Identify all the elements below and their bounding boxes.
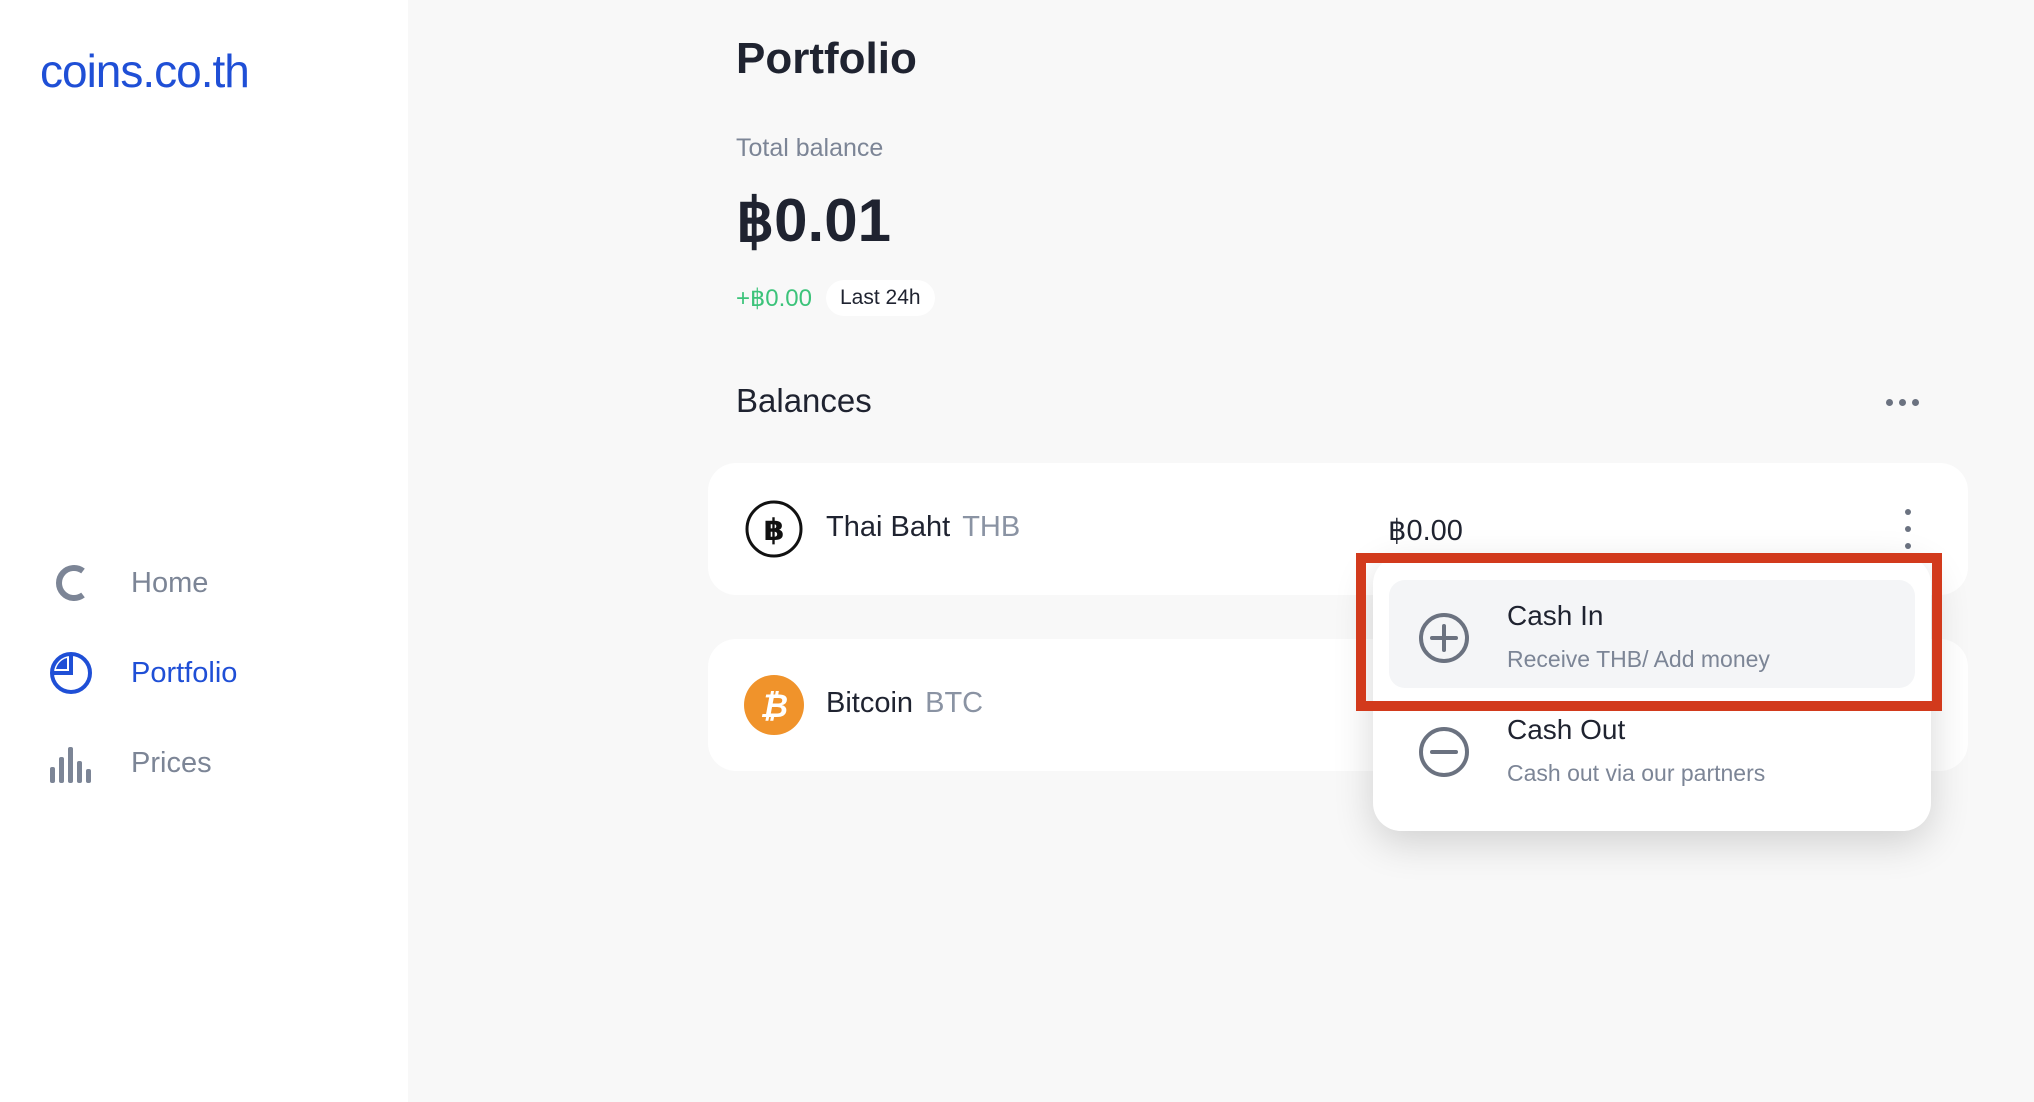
svg-text:₿: ₿ <box>760 687 788 725</box>
asset-name: Bitcoin BTC <box>826 687 983 720</box>
page-title: Portfolio <box>736 34 917 83</box>
logo-text: coins.co.th <box>40 45 250 97</box>
sidebar-item-portfolio[interactable]: Portfolio <box>46 628 237 718</box>
more-options-icon[interactable] <box>1886 392 1930 412</box>
asset-name: Thai Baht THB <box>826 511 1020 544</box>
balances-title: Balances <box>736 382 872 419</box>
sidebar: coins.co.th Home Portfolio Prices <box>0 0 408 1102</box>
sidebar-item-prices[interactable]: Prices <box>46 718 237 808</box>
change-period-badge: Last 24h <box>826 280 935 316</box>
change-value: +฿0.00 <box>736 284 812 312</box>
asset-ticker: BTC <box>925 687 984 719</box>
asset-name-label: Thai Baht <box>826 511 951 543</box>
sidebar-item-label: Home <box>131 566 209 599</box>
plus-circle-icon <box>1417 611 1471 665</box>
menu-item-subtitle: Receive THB/ Add money <box>1507 646 1770 672</box>
asset-name-label: Bitcoin <box>826 687 914 719</box>
balance-change: +฿0.00 Last 24h <box>736 280 935 316</box>
bar-chart-icon <box>46 738 96 788</box>
cash-out-menu-item[interactable]: Cash Out Cash out via our partners <box>1389 694 1915 802</box>
thb-coin-icon: ฿ <box>744 499 804 559</box>
pie-chart-icon <box>46 648 96 698</box>
cash-actions-menu: Cash In Receive THB/ Add money Cash Out … <box>1373 556 1931 831</box>
total-balance-label: Total balance <box>736 134 884 162</box>
asset-menu-icon[interactable] <box>1896 509 1920 549</box>
asset-amount: ฿0.00 <box>1388 515 1463 547</box>
menu-item-title: Cash Out <box>1507 714 1626 745</box>
menu-item-title: Cash In <box>1507 600 1604 631</box>
cash-in-menu-item[interactable]: Cash In Receive THB/ Add money <box>1389 580 1915 688</box>
sidebar-nav: Home Portfolio Prices <box>46 538 237 808</box>
logo[interactable]: coins.co.th <box>40 44 250 98</box>
minus-circle-icon <box>1417 725 1471 779</box>
menu-item-subtitle: Cash out via our partners <box>1507 760 1766 786</box>
btc-coin-icon: ₿ <box>744 675 804 735</box>
asset-ticker: THB <box>962 511 1021 543</box>
total-balance-value: ฿0.01 <box>736 187 891 254</box>
sidebar-item-home[interactable]: Home <box>46 538 237 628</box>
home-c-icon <box>46 558 96 608</box>
sidebar-item-label: Portfolio <box>131 656 238 689</box>
svg-text:฿: ฿ <box>764 513 785 548</box>
sidebar-item-label: Prices <box>131 746 212 779</box>
